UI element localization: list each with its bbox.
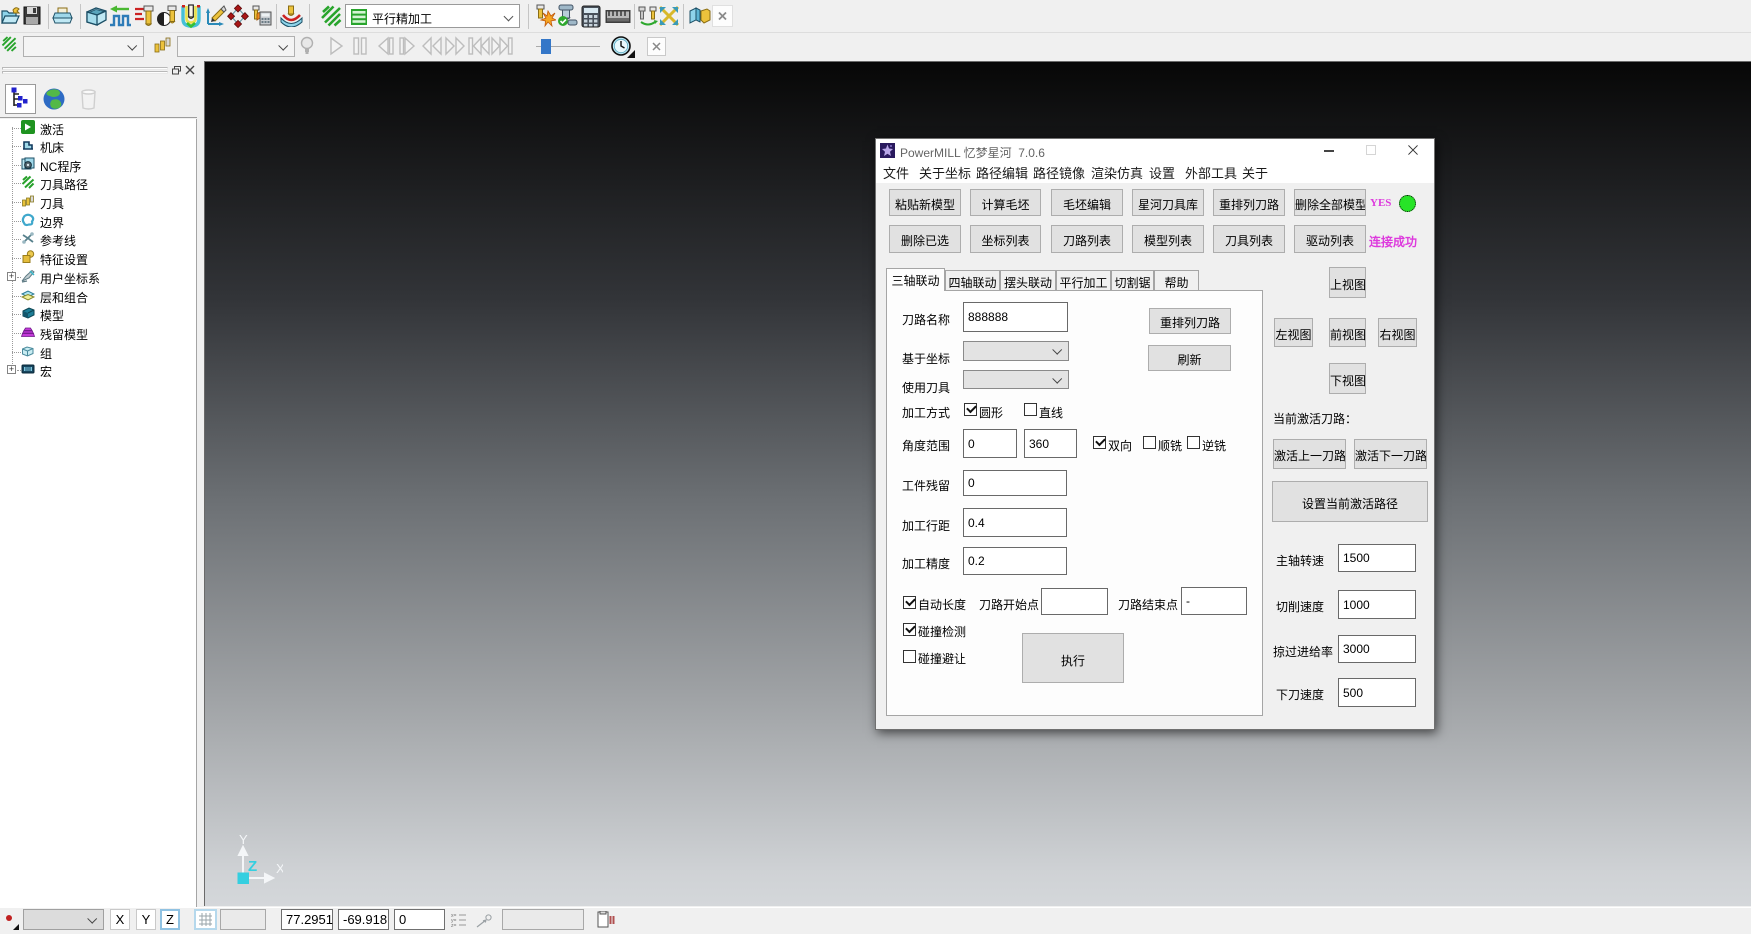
svg-text:X: X xyxy=(276,861,283,876)
svg-text:Z: Z xyxy=(248,858,257,875)
svg-text:z=: z= xyxy=(451,923,457,928)
svg-text:Y: Y xyxy=(239,835,248,847)
